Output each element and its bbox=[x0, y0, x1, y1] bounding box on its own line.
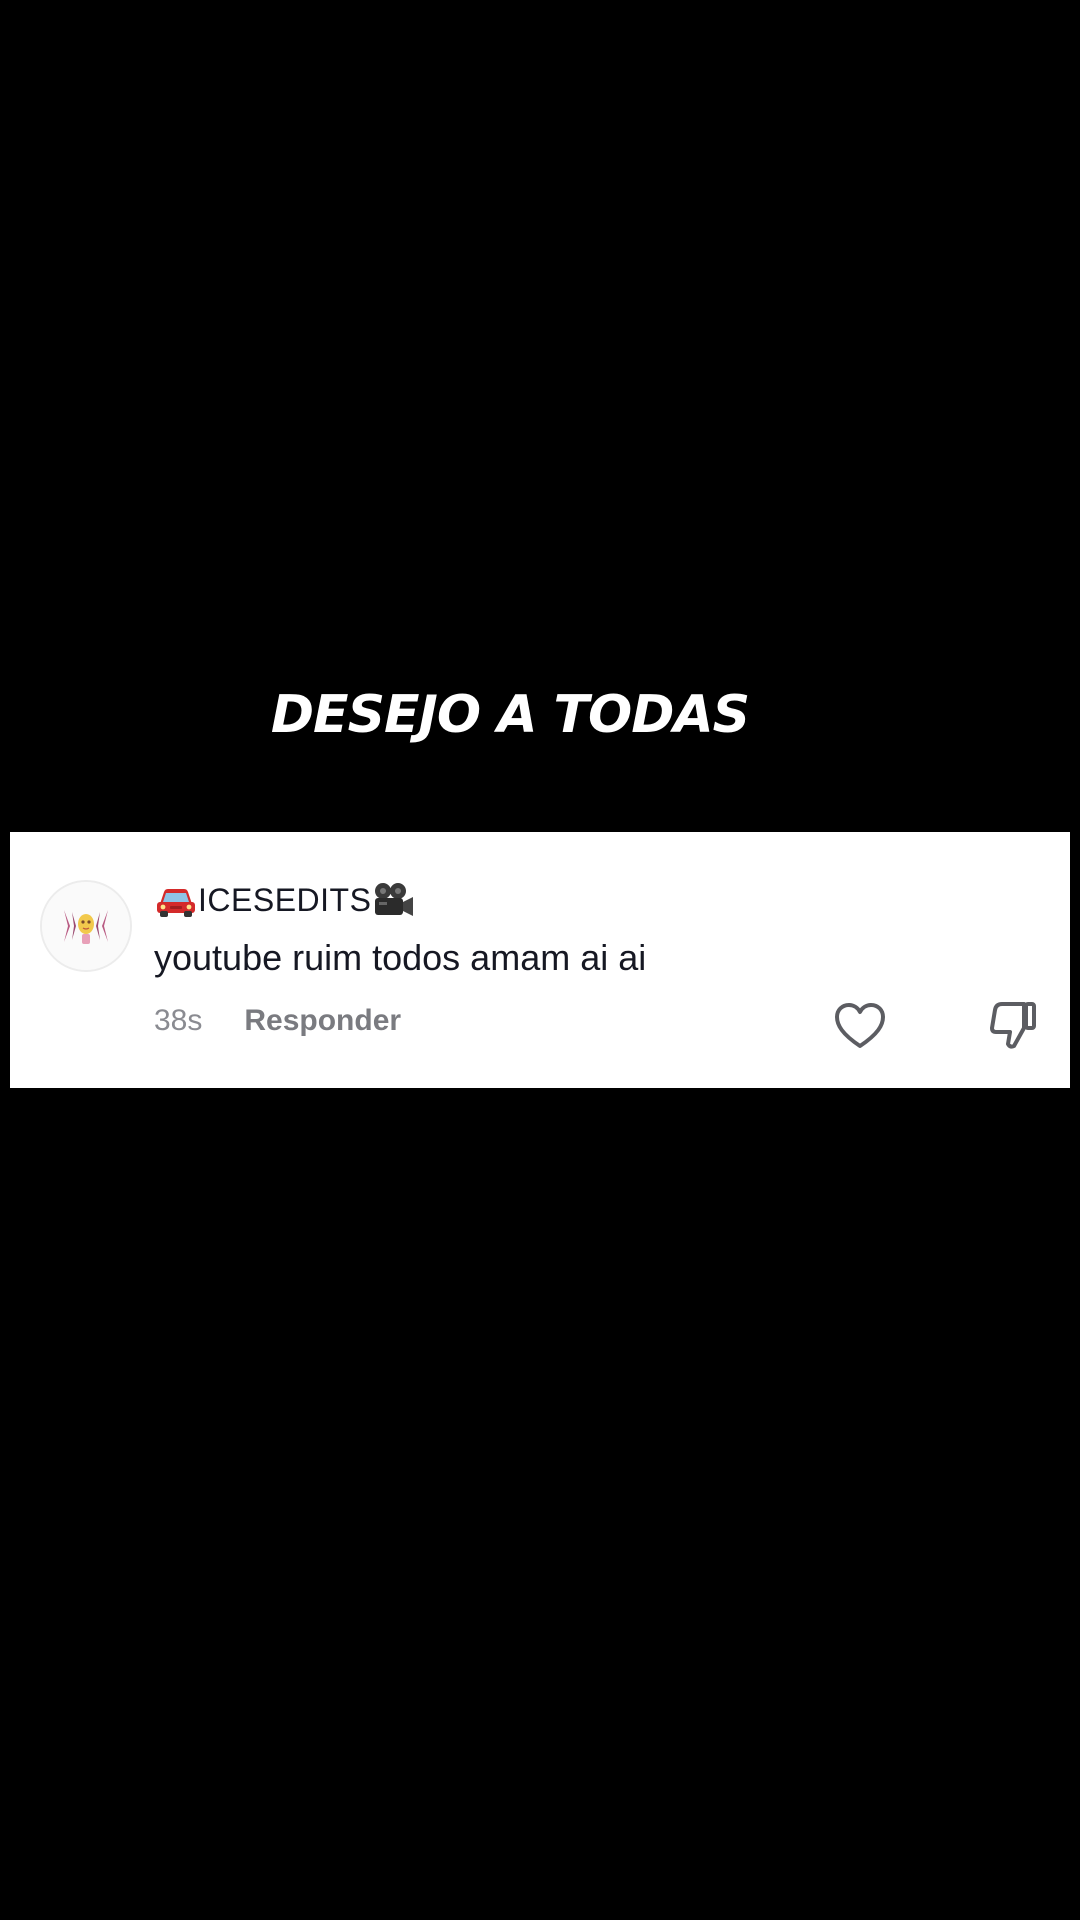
comment-text: youtube ruim todos amam ai ai bbox=[154, 937, 647, 978]
comment-meta: 38s Responder bbox=[154, 1004, 401, 1038]
movie-camera-emoji-icon bbox=[371, 880, 415, 920]
thumbs-down-icon bbox=[990, 1002, 1036, 1049]
like-button[interactable] bbox=[832, 1000, 888, 1052]
comment-card: ICESEDITS youtube ruim todos amam ai ai … bbox=[10, 832, 1070, 1088]
comment-username-text: ICESEDITS bbox=[198, 881, 372, 918]
dislike-button[interactable] bbox=[984, 998, 1040, 1054]
reply-button[interactable]: Responder bbox=[244, 1004, 401, 1038]
comment-timestamp: 38s bbox=[154, 1004, 203, 1037]
comment-username[interactable]: ICESEDITS bbox=[154, 878, 415, 922]
heart-outline-icon bbox=[835, 1003, 885, 1048]
video-caption: DESEJO A TODAS bbox=[270, 685, 750, 745]
avatar[interactable] bbox=[40, 880, 132, 972]
car-emoji-icon bbox=[154, 880, 198, 920]
avatar-image-icon bbox=[42, 882, 130, 970]
